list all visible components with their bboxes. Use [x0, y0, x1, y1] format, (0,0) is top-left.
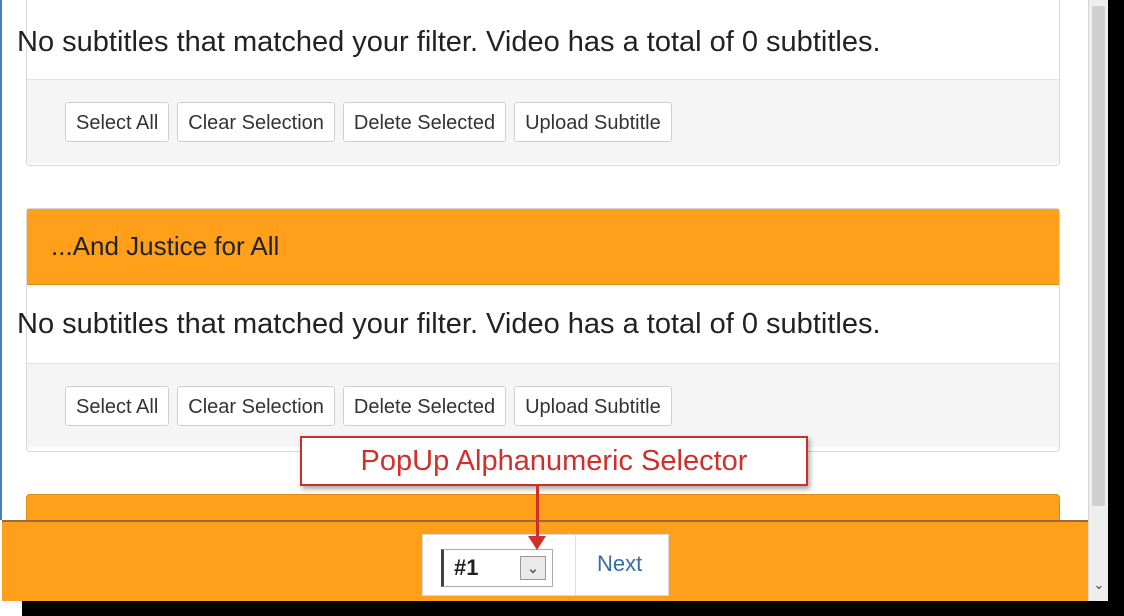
scroll-down-arrow-icon[interactable]: ⌄	[1089, 574, 1109, 596]
video-panel-1: No subtitles that matched your filter. V…	[17, 0, 1060, 166]
scrollbar-thumb[interactable]	[1092, 6, 1105, 506]
chevron-down-icon[interactable]: ⌄	[520, 556, 546, 580]
video-panel-2: ...And Justice for All No subtitles that…	[17, 208, 1060, 452]
empty-subtitles-message: No subtitles that matched your filter. V…	[17, 308, 881, 340]
alphanumeric-selector[interactable]: #1 ⌄	[441, 549, 553, 587]
pager-bar: #1 ⌄ Next	[2, 520, 1088, 601]
annotation-arrow-line	[536, 486, 539, 540]
clear-selection-button[interactable]: Clear Selection	[177, 385, 335, 426]
select-all-button[interactable]: Select All	[65, 101, 170, 142]
frame-shadow-right	[1108, 0, 1124, 616]
panel-footer: Select All Clear Selection Delete Select…	[27, 363, 1059, 447]
frame-shadow-notch	[0, 601, 22, 616]
pager-divider	[575, 535, 576, 595]
upload-subtitle-button[interactable]: Upload Subtitle	[514, 385, 672, 426]
empty-subtitles-message: No subtitles that matched your filter. V…	[17, 26, 881, 58]
video-title: ...And Justice for All	[51, 231, 280, 261]
annotation-arrow-head	[528, 536, 546, 550]
selector-value: #1	[454, 555, 479, 580]
next-page-link[interactable]: Next	[597, 551, 642, 577]
page-viewport: No subtitles that matched your filter. V…	[2, 0, 1088, 601]
select-all-button[interactable]: Select All	[65, 385, 170, 426]
annotation-callout: PopUp Alphanumeric Selector	[300, 436, 808, 486]
panel-footer: Select All Clear Selection Delete Select…	[27, 79, 1059, 163]
frame-shadow-bottom	[0, 601, 1124, 616]
upload-subtitle-button[interactable]: Upload Subtitle	[514, 101, 672, 142]
delete-selected-button[interactable]: Delete Selected	[342, 385, 507, 426]
delete-selected-button[interactable]: Delete Selected	[342, 101, 507, 142]
panel-heading[interactable]: ...And Justice for All	[27, 209, 1059, 285]
vertical-scrollbar[interactable]: ⌄	[1088, 0, 1108, 601]
clear-selection-button[interactable]: Clear Selection	[177, 101, 335, 142]
